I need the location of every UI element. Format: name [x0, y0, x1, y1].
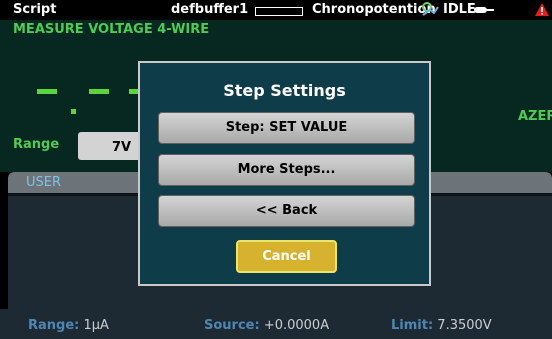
measure-function-title[interactable]: MEASURE VOLTAGE 4-WIRE	[13, 22, 209, 37]
footer-range[interactable]: Range: 1μA	[28, 318, 109, 333]
footer-source-value: +0.0000A	[263, 318, 330, 333]
trigger-icon[interactable]	[474, 6, 494, 14]
script-running-icon[interactable]	[421, 1, 439, 17]
buffer-name[interactable]: defbuffer1	[171, 2, 248, 17]
mode-label[interactable]: Chronopotention	[312, 2, 436, 17]
footer-limit-key: Limit:	[391, 318, 434, 333]
step-set-value-button[interactable]: Step: SET VALUE	[158, 112, 415, 144]
buffer-gauge-icon[interactable]	[255, 7, 303, 16]
cancel-button[interactable]: Cancel	[236, 240, 337, 273]
user-tab-label: USER	[26, 175, 62, 190]
status-bar: Script defbuffer1 Chronopotention IDLE	[0, 0, 552, 20]
step-settings-dialog: Step Settings Step: SET VALUE More Steps…	[138, 61, 431, 286]
footer-source[interactable]: Source: +0.0000A	[204, 318, 329, 333]
autozero-indicator: AZERO	[518, 109, 552, 124]
warning-icon[interactable]	[535, 3, 549, 16]
range-label: Range	[13, 137, 60, 152]
footer-limit[interactable]: Limit: 7.3500V	[391, 318, 492, 333]
script-label[interactable]: Script	[13, 2, 56, 17]
more-steps-button[interactable]: More Steps...	[158, 154, 415, 186]
footer-limit-value: 7.3500V	[437, 318, 492, 333]
state-label[interactable]: IDLE	[443, 2, 476, 17]
footer-range-value: 1μA	[83, 318, 109, 333]
footer-source-key: Source:	[204, 318, 260, 333]
reading-dash	[89, 89, 109, 94]
reading-dash	[37, 89, 57, 94]
reading-decimal-point	[71, 109, 76, 114]
footer-range-key: Range:	[28, 318, 80, 333]
dialog-title: Step Settings	[223, 81, 346, 100]
back-button[interactable]: << Back	[158, 195, 415, 227]
